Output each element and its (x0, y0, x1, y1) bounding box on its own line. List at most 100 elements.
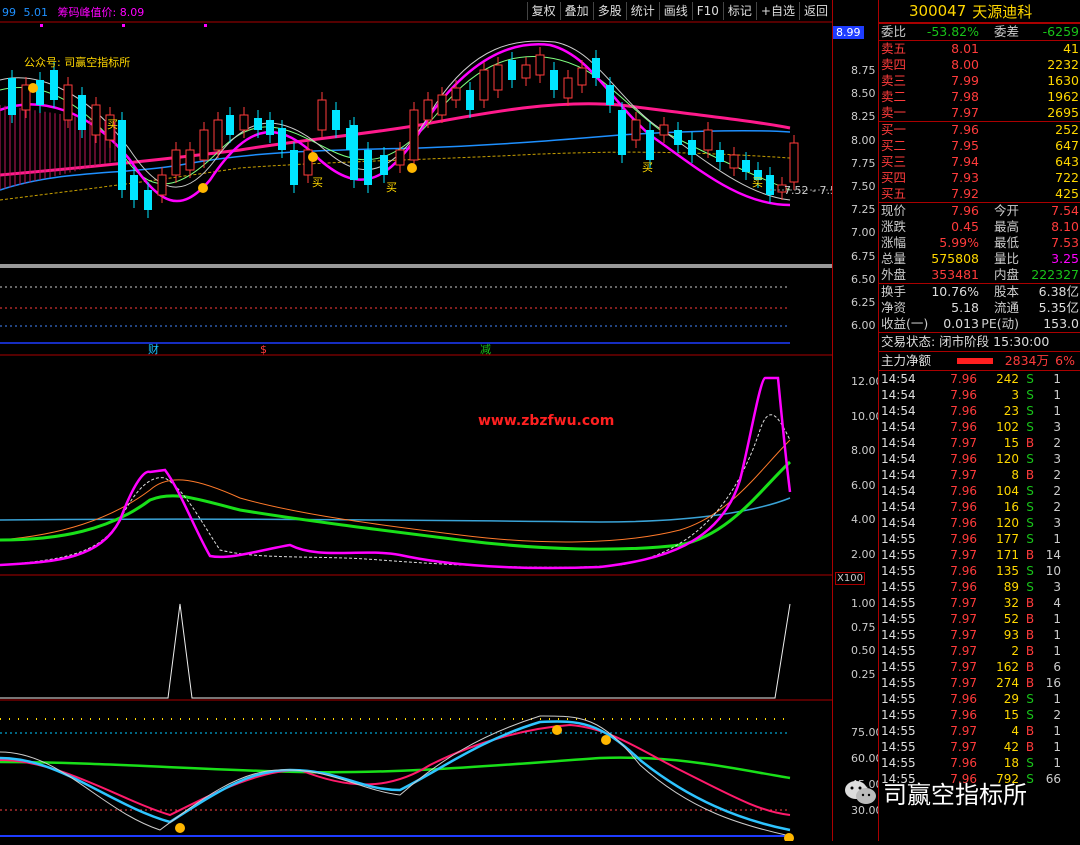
tick-count: 14 (1045, 548, 1061, 562)
tick-time: 14:55 (881, 580, 916, 594)
toolbar-back-button[interactable]: 返回 (798, 2, 832, 20)
axis-tick-label: 0.75 (851, 620, 876, 634)
tick-side: S (1026, 708, 1034, 722)
stat-value: 8.10 (1051, 219, 1079, 234)
toolbar-overlay-button[interactable]: 叠加 (559, 2, 593, 20)
stat-label: 现价 (881, 203, 907, 218)
tick-time: 14:54 (881, 516, 916, 530)
candle-body (646, 130, 654, 160)
tick-volume: 135 (996, 564, 1019, 578)
signal-dot (552, 725, 562, 735)
candle-body (364, 150, 372, 185)
toolbar-add-watchlist-button[interactable]: +自选 (755, 2, 799, 20)
fund-value: 5.35亿 (1038, 300, 1079, 315)
price-axis: 8.99 X100 8.75 8.50 8.25 8.00 7.75 7.50 7.25 7.… (832, 0, 883, 841)
bid-level: 买五 7.92 425 (879, 186, 1080, 202)
tick-price: 7.97 (950, 644, 977, 658)
tick-count: 3 (1053, 452, 1061, 466)
tick-side: B (1025, 596, 1035, 610)
toolbar-draw-button[interactable]: 画线 (658, 2, 692, 20)
tick-price: 7.96 (950, 756, 977, 770)
stat-row: 涨跌 0.45 最高 8.10 (879, 219, 1080, 235)
stat-label: 最低 (993, 235, 1019, 250)
fund-value: 6.38亿 (1038, 284, 1079, 299)
tick-side: B (1025, 628, 1035, 642)
signal-reduce: 减 (480, 343, 491, 356)
tick-volume: 8 (1011, 468, 1019, 482)
tick-count: 1 (1053, 532, 1061, 546)
tick-row: 14:55 7.97 93 B 1 (879, 627, 1080, 643)
ma-value: 5.01 (23, 6, 49, 19)
tick-side: S (1026, 516, 1034, 530)
quote-panel: 300047 天源迪科 委比 -53.82% 委差 -6259 卖五 8.01 41… (878, 0, 1080, 841)
tick-side: B (1025, 724, 1035, 738)
bid-price: 7.92 (951, 186, 979, 201)
bid-level: 买四 7.93 722 (879, 170, 1080, 186)
main-net-row: 主力净额 2834万 6% (879, 351, 1080, 370)
tick-count: 3 (1053, 516, 1061, 530)
toolbar-f10-button[interactable]: F10 (691, 2, 723, 20)
axis-scale-label: X100 (835, 572, 865, 585)
stat-row: 现价 7.96 今开 7.54 (879, 203, 1080, 219)
candle-body (674, 130, 682, 145)
ind1-line-white (0, 414, 791, 568)
toolbar-fuquan-button[interactable]: 复权 (526, 2, 560, 20)
tick-time: 14:55 (881, 532, 916, 546)
tick-time: 14:55 (881, 596, 916, 610)
tick-price: 7.96 (950, 372, 977, 386)
candle-body (550, 70, 558, 90)
tick-price: 7.96 (950, 404, 977, 418)
tick-price: 7.96 (950, 580, 977, 594)
tick-volume: 120 (996, 516, 1019, 530)
ask-volume: 1962 (1047, 89, 1079, 104)
stat-row: 总量 575808 量比 3.25 (879, 251, 1080, 267)
candle-body (577, 67, 587, 86)
stat-value: 7.96 (951, 203, 979, 218)
ind3-line-cyan (0, 720, 791, 832)
tick-side: B (1025, 676, 1035, 690)
stat-label: 最高 (993, 219, 1019, 234)
trade-status: 交易状态: 闭市阶段 15:30:00 (879, 332, 1080, 351)
candle-body (466, 90, 474, 110)
fundamental-stats: 换手 10.76% 股本 6.38亿 净资 5.18 流通 5.35亿 收益(一) 0.013 PE… (879, 283, 1080, 332)
kline-chart-area[interactable]: 买 买 买 买 买 7.52 - 7.53 财 $ 减 www.zbzfwu.c… (0, 0, 844, 843)
candle-body (729, 154, 739, 169)
axis-tick-label: 6.00 (851, 478, 876, 492)
tick-volume: 93 (1003, 628, 1019, 642)
tick-volume: 29 (1003, 692, 1019, 706)
tick-row: 14:55 7.97 162 B 6 (879, 659, 1080, 675)
ask-level: 卖二 7.98 1962 (879, 89, 1080, 105)
tick-row: 14:55 7.97 274 B 16 (879, 675, 1080, 691)
tick-time: 14:55 (881, 548, 916, 562)
axis-tick-label: 4.00 (851, 513, 876, 526)
toolbar-mark-button[interactable]: 标记 (722, 2, 756, 20)
pane-divider[interactable] (0, 264, 832, 268)
bid-label: 买一 (881, 122, 907, 137)
toolbar-stats-button[interactable]: 统计 (625, 2, 659, 20)
axis-tick-label: 7.50 (851, 180, 876, 193)
tick-price: 7.97 (950, 660, 977, 674)
candle-body (479, 69, 489, 101)
tick-side: S (1026, 484, 1034, 498)
candle-body (63, 84, 73, 121)
tick-side: S (1026, 372, 1034, 386)
toolbar-multi-stock-button[interactable]: 多股 (592, 2, 626, 20)
weibi-value: -53.82% (926, 24, 979, 39)
tick-time: 14:54 (881, 468, 916, 482)
tick-price: 7.96 (950, 420, 977, 434)
axis-tick-label: 1.00 (851, 597, 876, 610)
fund-label: 净资 (881, 300, 907, 315)
quote-stats: 现价 7.96 今开 7.54 涨跌 0.45 最高 8.10 涨幅 5.99% 最低 7.53 总量 5… (879, 202, 1080, 283)
chart-canvas[interactable]: 买 买 买 买 买 7.52 - 7.53 财 $ 减 www.zbzfwu.c… (0, 0, 844, 843)
candle-body (606, 85, 614, 105)
indicator-prefix: 99 (2, 6, 16, 19)
tick-price: 7.96 (950, 388, 977, 402)
tick-volume: 3 (1011, 388, 1019, 402)
axis-tick-label: 6.25 (851, 296, 876, 309)
tick-list[interactable]: 14:54 7.96 242 S 1 14:54 7.96 3 S 1 14:54 7.96 23 S 1 1… (879, 370, 1080, 787)
tick-side: S (1026, 756, 1034, 770)
candle-body (199, 129, 209, 161)
stat-label: 量比 (993, 251, 1019, 266)
signal-dot (198, 183, 208, 193)
